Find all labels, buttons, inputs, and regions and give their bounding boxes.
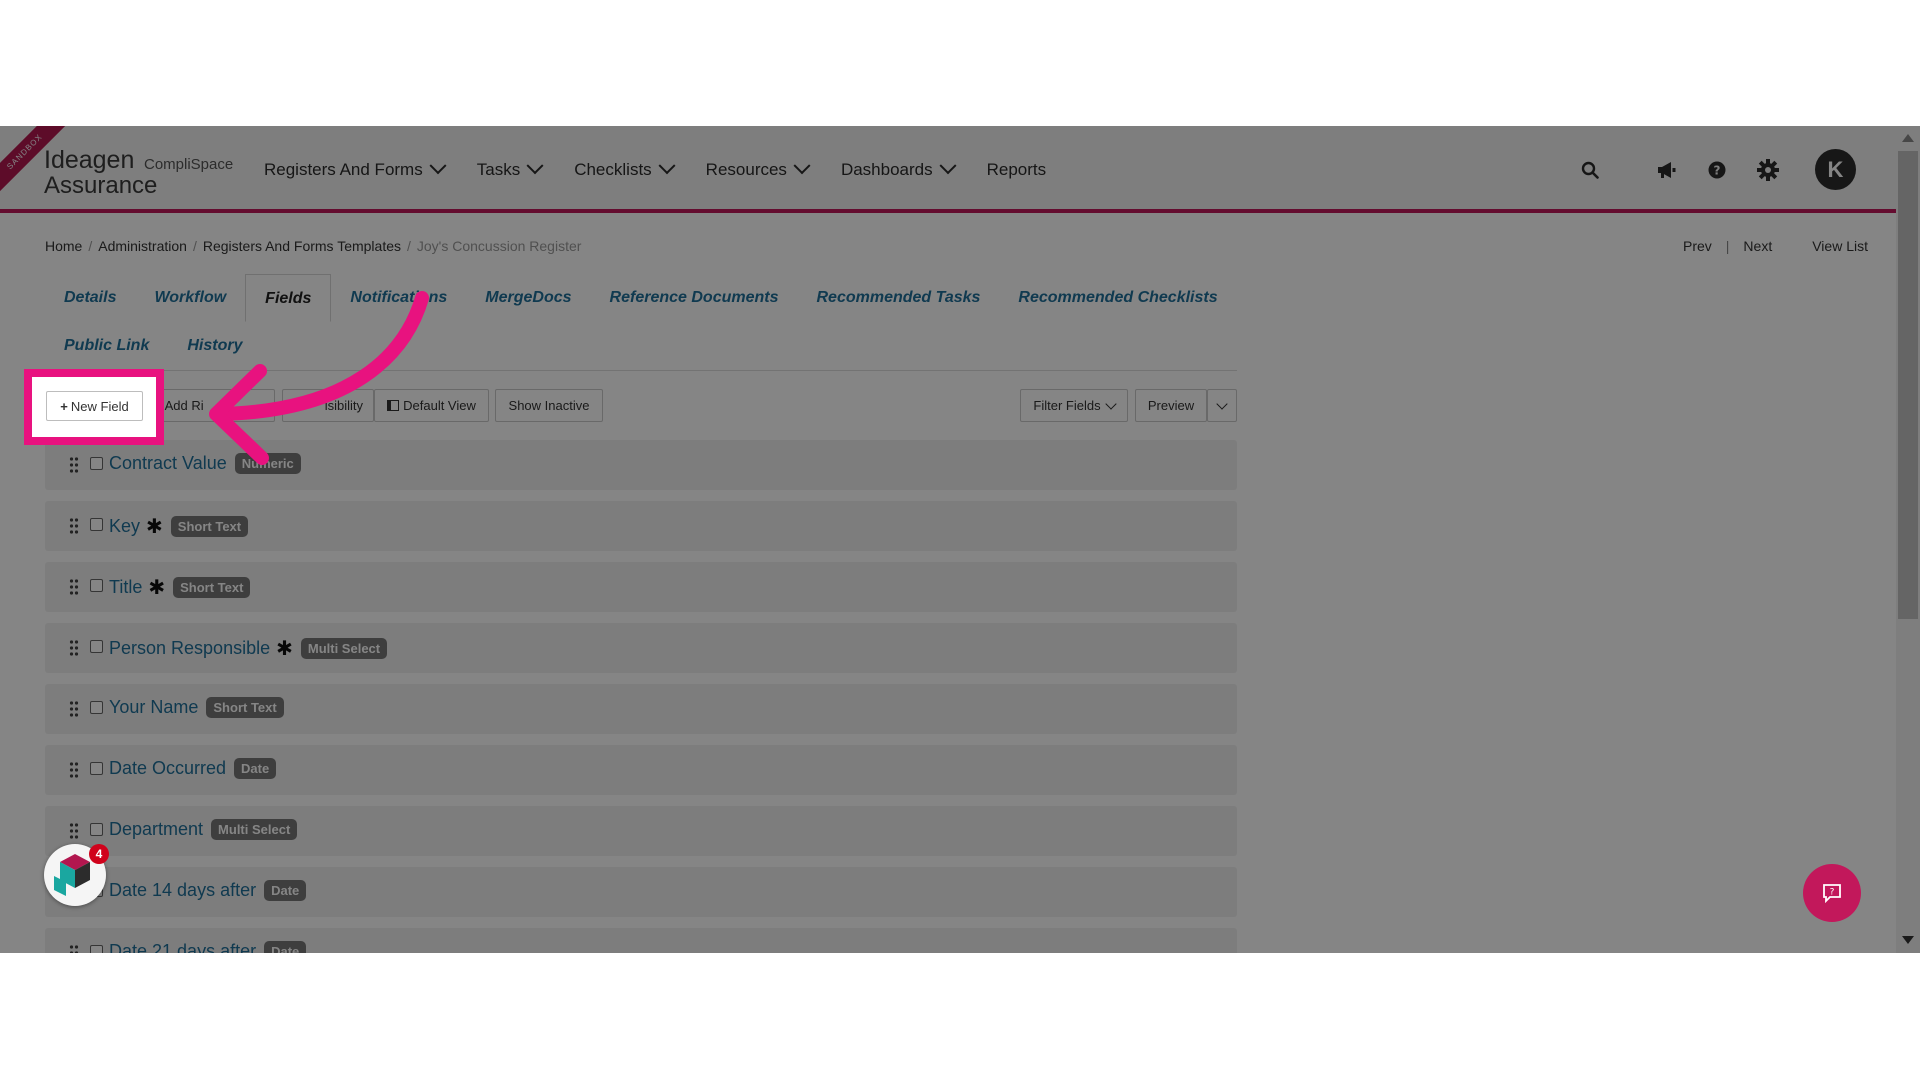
chat-support-button[interactable]: ? [1803, 864, 1861, 922]
plus-icon: + [60, 398, 68, 414]
tutorial-arrow-icon [209, 291, 429, 465]
chat-question-icon: ? [1823, 884, 1841, 903]
app-viewport: SANDBOX Ideagen CompliSpace Assurance Re… [0, 126, 1920, 953]
svg-text:?: ? [1830, 888, 1835, 898]
new-field-button-highlighted[interactable]: + New Field [46, 391, 143, 421]
guide-notification-badge: 4 [89, 844, 109, 864]
new-field-label: New Field [70, 398, 129, 414]
tutorial-dim-overlay [0, 126, 1920, 953]
